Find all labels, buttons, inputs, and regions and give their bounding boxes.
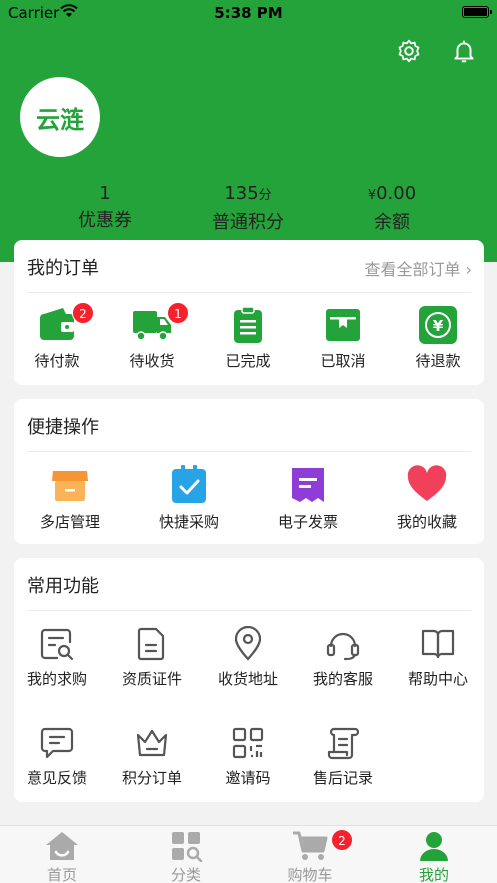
qrcode-icon — [232, 727, 264, 759]
order-label: 待收货 — [129, 352, 175, 370]
balance-currency: ¥ — [367, 188, 377, 203]
shortcut-label: 我的收藏 — [396, 513, 457, 531]
store-icon — [52, 471, 88, 501]
user-icon — [420, 832, 448, 861]
category-icon — [172, 832, 203, 862]
function-label: 收货地址 — [217, 670, 278, 688]
function-after-sales[interactable]: 售后记录 — [296, 725, 390, 788]
function-qualifications[interactable]: 资质证件 — [105, 626, 199, 689]
function-addresses[interactable]: 收货地址 — [201, 626, 295, 689]
status-time: 5:38 PM — [214, 4, 283, 22]
purchase-icon — [172, 465, 206, 503]
search-doc-icon — [40, 628, 74, 661]
coupon-value: 1 — [99, 183, 111, 204]
clipboard-icon — [234, 306, 262, 343]
divider — [27, 451, 471, 452]
function-label: 积分订单 — [121, 769, 182, 787]
function-label: 资质证件 — [121, 670, 182, 688]
function-customer-service[interactable]: 我的客服 — [296, 626, 390, 689]
points-label: 普通积分 — [212, 212, 284, 233]
cart-icon — [293, 831, 328, 860]
order-label: 待付款 — [34, 352, 80, 370]
logo-text: 云涟 — [36, 105, 84, 134]
function-invite-code[interactable]: 邀请码 — [201, 725, 295, 788]
shortcut-favorites[interactable]: 我的收藏 — [379, 465, 475, 532]
function-my-requests[interactable]: 我的求购 — [10, 626, 104, 689]
tab-label: 购物车 — [287, 866, 333, 883]
function-label: 我的求购 — [26, 670, 87, 688]
balance-stat[interactable]: ¥0.00 余额 — [322, 182, 462, 236]
scroll-icon — [327, 727, 360, 760]
function-label: 售后记录 — [312, 769, 373, 787]
points-value: 135 — [224, 183, 259, 204]
location-icon — [234, 626, 262, 661]
battery-icon — [462, 6, 492, 18]
function-label: 我的客服 — [312, 670, 373, 688]
tab-category[interactable]: 分类 — [141, 830, 231, 883]
orders-card: 我的订单 查看全部订单 › 待付款 2 待收货 1 已完成 已取消 ¥ 待退款 — [14, 240, 484, 385]
function-label: 意见反馈 — [26, 769, 87, 787]
orders-title: 我的订单 — [27, 258, 99, 279]
divider — [27, 292, 471, 293]
bottom-tab-bar: 首页 分类 购物车 2 我的 — [0, 825, 497, 883]
functions-title: 常用功能 — [27, 576, 99, 597]
tab-mine[interactable]: 我的 — [389, 830, 479, 883]
function-points-orders[interactable]: 积分订单 — [105, 725, 199, 788]
refund-icon: ¥ — [419, 306, 457, 344]
order-label: 待退款 — [415, 352, 461, 370]
wallet-icon — [40, 308, 74, 340]
function-help-center[interactable]: 帮助中心 — [391, 626, 485, 689]
order-badge: 2 — [72, 302, 94, 324]
cart-badge: 2 — [331, 829, 353, 851]
tab-label: 分类 — [170, 866, 201, 883]
headset-icon — [326, 632, 360, 661]
crown-icon — [136, 729, 168, 757]
home-icon — [46, 832, 78, 860]
order-label: 已完成 — [225, 352, 271, 370]
order-refund[interactable]: ¥ 待退款 — [391, 306, 485, 371]
order-completed[interactable]: 已完成 — [201, 306, 295, 371]
coupon-stat[interactable]: 1 优惠券 — [35, 182, 175, 234]
shortcut-quick-purchase[interactable]: 快捷采购 — [141, 465, 237, 532]
balance-label: 余额 — [374, 212, 410, 233]
shortcuts-card: 便捷操作 多店管理 快捷采购 电子发票 我的收藏 — [14, 399, 484, 544]
shortcuts-title: 便捷操作 — [27, 417, 99, 438]
shortcut-label: 快捷采购 — [158, 513, 219, 531]
function-label: 帮助中心 — [407, 670, 468, 688]
tab-home[interactable]: 首页 — [17, 830, 107, 883]
points-stat[interactable]: 135分 普通积分 — [178, 182, 318, 236]
bell-icon[interactable] — [451, 38, 477, 64]
divider — [27, 610, 471, 611]
feedback-icon — [40, 727, 74, 759]
functions-card: 常用功能 我的求购 资质证件 收货地址 我的客服 帮助中心 意见反馈 积分订单 … — [14, 558, 484, 802]
invoice-icon — [292, 468, 324, 502]
function-feedback[interactable]: 意见反馈 — [10, 725, 104, 788]
box-icon — [326, 309, 360, 341]
function-label: 邀请码 — [225, 769, 271, 787]
shortcut-label: 多店管理 — [39, 513, 100, 531]
tab-label: 我的 — [418, 866, 449, 883]
balance-value: 0.00 — [376, 183, 417, 204]
order-label: 已取消 — [320, 352, 366, 370]
shortcut-multi-store[interactable]: 多店管理 — [22, 465, 118, 532]
brand-logo: 云涟 — [20, 77, 100, 157]
status-bar: Carrier 5:38 PM — [0, 0, 497, 26]
order-cancelled[interactable]: 已取消 — [296, 306, 390, 371]
tab-label: 首页 — [46, 866, 77, 883]
points-unit: 分 — [258, 188, 272, 203]
order-badge: 1 — [167, 302, 189, 324]
profile-header: Carrier 5:38 PM 云涟 1 优惠券 135分 普通积分 ¥0.00… — [0, 0, 497, 262]
svg-text:¥: ¥ — [433, 317, 444, 335]
settings-gear-icon[interactable] — [396, 38, 422, 64]
book-icon — [421, 629, 455, 659]
heart-icon — [407, 465, 447, 501]
shortcut-e-invoice[interactable]: 电子发票 — [260, 465, 356, 532]
coupon-label: 优惠券 — [78, 210, 132, 231]
shortcut-label: 电子发票 — [277, 513, 338, 531]
document-icon — [137, 627, 165, 661]
view-all-orders-link[interactable]: 查看全部订单 › — [365, 256, 473, 280]
